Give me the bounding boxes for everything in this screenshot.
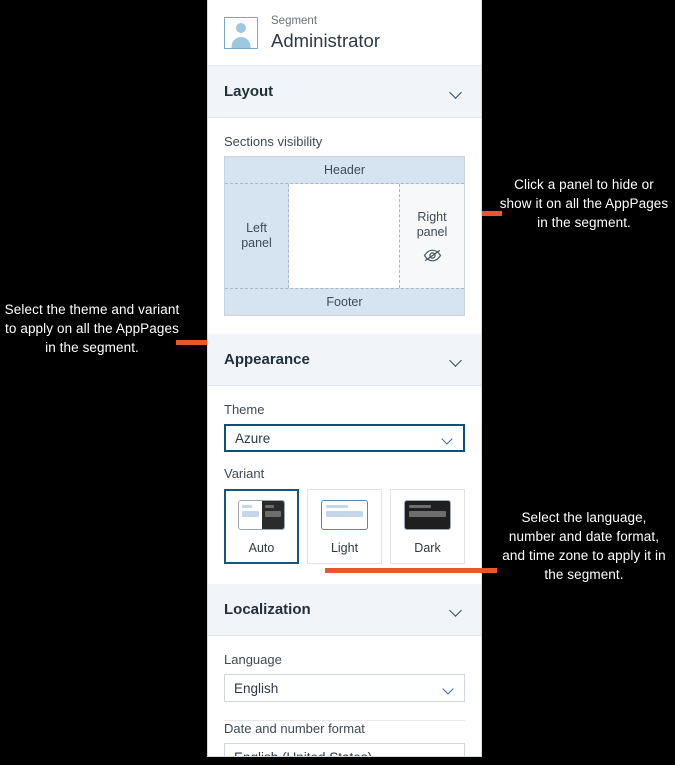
- variant-options: Auto Light Dark: [224, 489, 465, 564]
- split-light-dark-thumb: [238, 500, 285, 530]
- chevron-down-icon[interactable]: [450, 606, 463, 614]
- segment-name: Administrator: [271, 30, 380, 51]
- variant-name-dark: Dark: [414, 541, 441, 555]
- theme-select[interactable]: Azure: [224, 424, 465, 452]
- section-title-localization: Localization: [224, 601, 311, 618]
- language-field: Language English: [224, 652, 465, 702]
- segment-type-label: Segment: [271, 15, 318, 27]
- section-title-appearance: Appearance: [224, 351, 310, 368]
- language-select[interactable]: English: [224, 674, 465, 702]
- variant-option-auto[interactable]: Auto: [224, 489, 299, 564]
- annotation-connector-localization: [325, 568, 497, 573]
- chevron-down-icon[interactable]: [450, 88, 463, 96]
- segment-meta: Segment Administrator: [271, 14, 380, 52]
- dark-thumb: [404, 500, 451, 530]
- annotation-sections-visibility: Click a panel to hide or show it on all …: [499, 177, 669, 230]
- region-right-panel-label: Right panel: [416, 210, 448, 239]
- variant-option-dark[interactable]: Dark: [390, 489, 465, 564]
- variant-option-light[interactable]: Light: [307, 489, 382, 564]
- region-header[interactable]: Header: [225, 157, 464, 184]
- chevron-down-icon[interactable]: [450, 356, 463, 364]
- region-content-area: [289, 184, 399, 288]
- annotation-appearance: Select the theme and variant to apply on…: [4, 302, 180, 355]
- chevron-down-icon: [443, 685, 455, 692]
- theme-label: Theme: [224, 402, 265, 417]
- variant-label: Variant: [224, 466, 265, 481]
- section-header-appearance[interactable]: Appearance: [208, 334, 481, 386]
- section-header-localization[interactable]: Localization: [208, 584, 481, 636]
- eye-slash-icon: [423, 249, 442, 262]
- date-format-field: Date and number format English (United S…: [224, 721, 465, 757]
- region-right-panel[interactable]: Right panel: [399, 184, 464, 288]
- date-format-select[interactable]: English (United States): [224, 743, 465, 757]
- sections-visibility-label: Sections visibility: [224, 134, 323, 149]
- date-format-select-value: English (United States): [234, 749, 373, 757]
- region-left-panel-label: Left panel: [241, 221, 272, 250]
- theme-select-value: Azure: [235, 430, 271, 446]
- annotation-localization: Select the language, number and date for…: [502, 510, 666, 582]
- user-avatar-icon: [224, 17, 258, 49]
- variant-name-auto: Auto: [248, 541, 275, 555]
- region-left-panel[interactable]: Left panel: [225, 184, 289, 288]
- sections-visibility-diagram: Header Left panel Right panel Footer: [224, 156, 465, 316]
- segment-header: Segment Administrator: [208, 0, 481, 66]
- section-body-appearance: Theme Azure Variant Auto Light Dark: [208, 386, 481, 564]
- language-label: Language: [224, 652, 282, 667]
- section-title-layout: Layout: [224, 83, 274, 100]
- variant-name-light: Light: [330, 541, 359, 555]
- region-footer[interactable]: Footer: [225, 288, 464, 315]
- date-format-label: Date and number format: [224, 721, 365, 736]
- region-middle-row: Left panel Right panel: [225, 184, 464, 288]
- section-header-layout[interactable]: Layout: [208, 66, 481, 118]
- section-body-localization: Language English Date and number format …: [208, 636, 481, 757]
- section-body-layout: Sections visibility Header Left panel Rig…: [208, 118, 481, 316]
- language-select-value: English: [234, 680, 279, 696]
- chevron-down-icon: [443, 754, 455, 757]
- segment-settings-panel: Segment Administrator Layout Sections vi…: [207, 0, 482, 757]
- chevron-down-icon: [442, 435, 454, 442]
- light-thumb: [321, 500, 368, 530]
